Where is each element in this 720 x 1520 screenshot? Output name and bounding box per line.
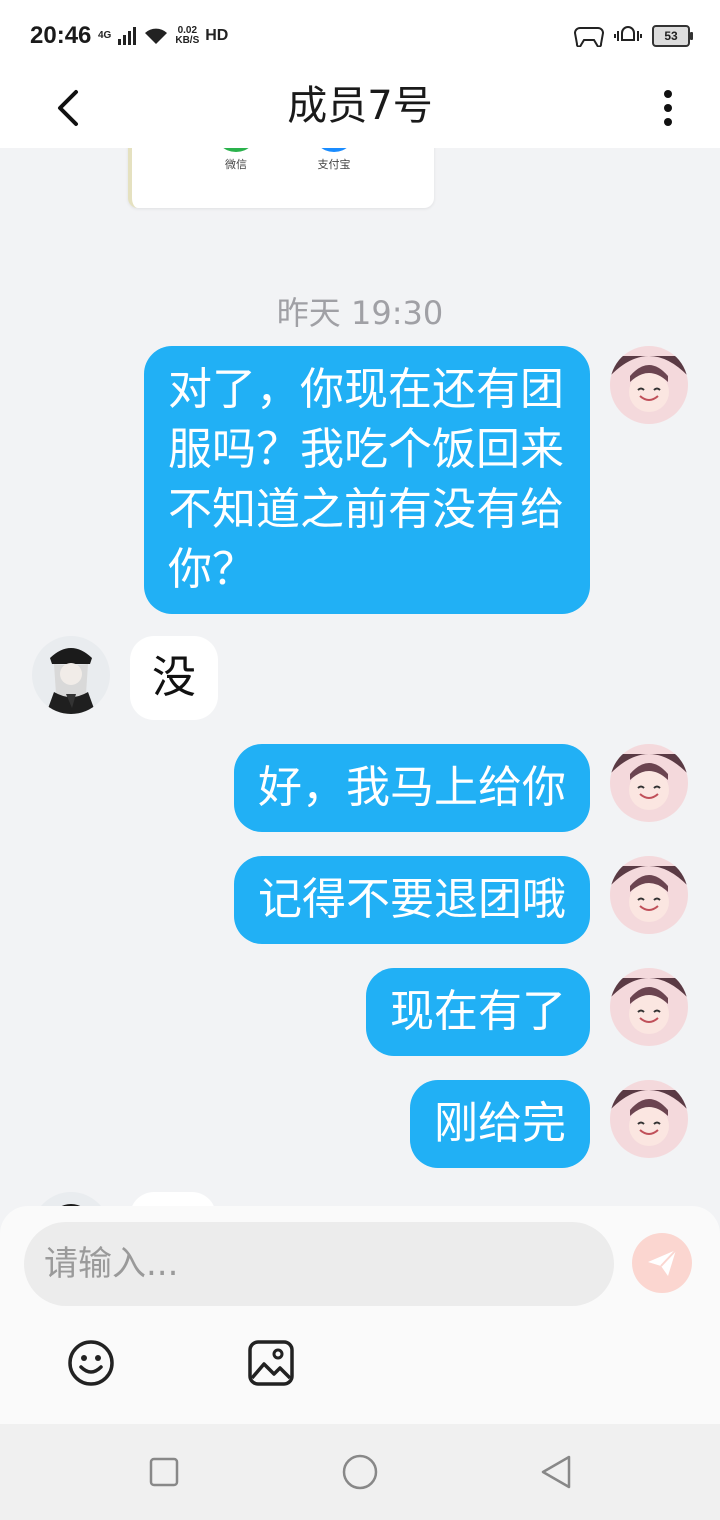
- vibrate-icon: [614, 25, 642, 41]
- my-avatar-image: [610, 346, 688, 424]
- payment-card[interactable]: 微信 支付宝: [128, 148, 434, 208]
- avatar[interactable]: [610, 968, 688, 1046]
- avatar[interactable]: [610, 346, 688, 424]
- recent-apps-icon: [149, 1457, 179, 1487]
- status-time: 20:46: [30, 22, 92, 49]
- emoji-icon: [68, 1340, 114, 1386]
- send-icon: [648, 1249, 677, 1276]
- hd-indicator: HD: [205, 27, 229, 44]
- alipay-option[interactable]: 支付宝: [294, 148, 374, 172]
- avatar[interactable]: [32, 636, 110, 714]
- message-bubble[interactable]: 记得不要退团哦: [234, 856, 590, 944]
- contact-avatar-image: [32, 636, 110, 714]
- gamepad-icon: [574, 27, 604, 47]
- message-list[interactable]: 微信 支付宝 昨天 19:30 对了，你现在还有团服吗？我吃个饭回来不知道之前有…: [0, 148, 720, 1208]
- more-button[interactable]: [640, 80, 696, 136]
- alipay-icon: [312, 148, 356, 152]
- image-button[interactable]: [246, 1338, 296, 1388]
- message-bubble[interactable]: 好，我马上给你: [234, 744, 590, 832]
- message-bubble[interactable]: 没: [130, 636, 218, 720]
- my-avatar-image: [610, 1080, 688, 1158]
- my-avatar-image: [610, 968, 688, 1046]
- my-avatar-image: [610, 744, 688, 822]
- signal-icon: [118, 27, 137, 45]
- message-input[interactable]: 请输入...: [24, 1222, 614, 1306]
- status-right-icons: 53: [574, 22, 693, 50]
- status-left-icons: 4G 0.02 KB/S HD: [98, 22, 228, 50]
- alipay-label: 支付宝: [317, 158, 351, 171]
- image-icon: [248, 1340, 294, 1386]
- home-button[interactable]: [340, 1452, 380, 1492]
- back-triangle-icon: [541, 1455, 571, 1489]
- my-avatar-image: [610, 856, 688, 934]
- send-button[interactable]: [632, 1233, 692, 1293]
- net-speed-unit: KB/S: [175, 35, 200, 46]
- avatar[interactable]: [610, 744, 688, 822]
- avatar[interactable]: [610, 1080, 688, 1158]
- home-icon: [342, 1454, 378, 1490]
- status-bar: 20:46 4G 0.02 KB/S HD 53: [0, 0, 720, 72]
- battery-indicator: 53: [652, 25, 693, 47]
- more-vertical-icon: [664, 90, 672, 126]
- message-timestamp: 昨天 19:30: [276, 294, 444, 332]
- avatar[interactable]: [610, 856, 688, 934]
- wechat-pay-option[interactable]: 微信: [196, 148, 276, 172]
- net-speed: 0.02 KB/S: [175, 26, 199, 46]
- emoji-button[interactable]: [66, 1338, 116, 1388]
- page-title: 成员7号: [287, 83, 433, 129]
- input-bar: 请输入...: [0, 1206, 720, 1424]
- message-bubble[interactable]: 对了，你现在还有团服吗？我吃个饭回来不知道之前有没有给你？: [144, 346, 590, 614]
- message-bubble[interactable]: 刚给完: [410, 1080, 590, 1168]
- wifi-icon: [145, 28, 168, 44]
- network-type: 4G: [98, 30, 112, 41]
- message-bubble[interactable]: 现在有了: [366, 968, 590, 1056]
- system-nav-bar: [0, 1424, 720, 1520]
- wechat-pay-label: 微信: [225, 158, 247, 171]
- chat-header: 成员7号: [0, 72, 720, 148]
- wechat-pay-icon: [214, 148, 258, 152]
- recent-apps-button[interactable]: [144, 1452, 184, 1492]
- nav-back-button[interactable]: [536, 1452, 576, 1492]
